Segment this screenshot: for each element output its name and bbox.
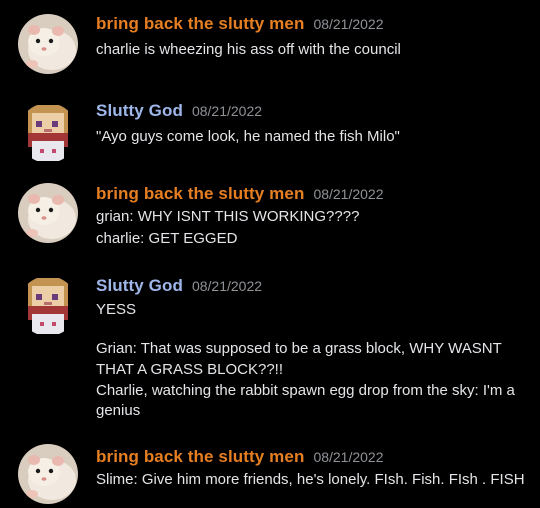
timestamp: 08/21/2022	[313, 16, 384, 32]
timestamp: 08/21/2022	[313, 186, 384, 202]
username[interactable]: Slutty God	[96, 101, 183, 120]
timestamp: 08/21/2022	[191, 278, 263, 294]
username[interactable]: bring back the slutty men	[96, 14, 304, 33]
message-header: Slutty God 08/21/2022	[96, 101, 262, 121]
hamster-avatar[interactable]	[18, 183, 78, 243]
minecraft-skin-avatar[interactable]	[18, 276, 78, 336]
message-header: bring back the slutty men 08/21/2022	[96, 447, 384, 467]
message-text: genius	[96, 402, 141, 419]
username[interactable]: bring back the slutty men	[96, 184, 304, 203]
message-text: YESS	[96, 301, 137, 318]
message-header: bring back the slutty men 08/21/2022	[96, 14, 384, 34]
message-text: charlie: GET EGGED	[96, 230, 238, 247]
message-text: Grian: That was supposed to be a grass b…	[96, 340, 502, 357]
message-text: grian: WHY ISNT THIS WORKING????	[96, 208, 360, 225]
message-header: bring back the slutty men 08/21/2022	[96, 184, 384, 204]
minecraft-skin-avatar[interactable]	[18, 103, 78, 163]
hamster-avatar[interactable]	[18, 444, 78, 504]
timestamp: 08/21/2022	[313, 449, 384, 465]
username[interactable]: bring back the slutty men	[96, 447, 304, 466]
hamster-avatar[interactable]	[18, 14, 78, 74]
message-text: "Ayo guys come look, he named the fish M…	[96, 128, 400, 145]
message-text: THAT A GRASS BLOCK??!!	[96, 361, 284, 378]
timestamp: 08/21/2022	[191, 103, 263, 119]
message-header: Slutty God 08/21/2022	[96, 276, 262, 296]
message-text: Charlie, watching the rabbit spawn egg d…	[96, 382, 515, 399]
message-text: charlie is wheezing his ass off with the…	[96, 41, 401, 58]
message-text: Slime: Give him more friends, he's lonel…	[96, 471, 525, 488]
username[interactable]: Slutty God	[96, 276, 183, 295]
